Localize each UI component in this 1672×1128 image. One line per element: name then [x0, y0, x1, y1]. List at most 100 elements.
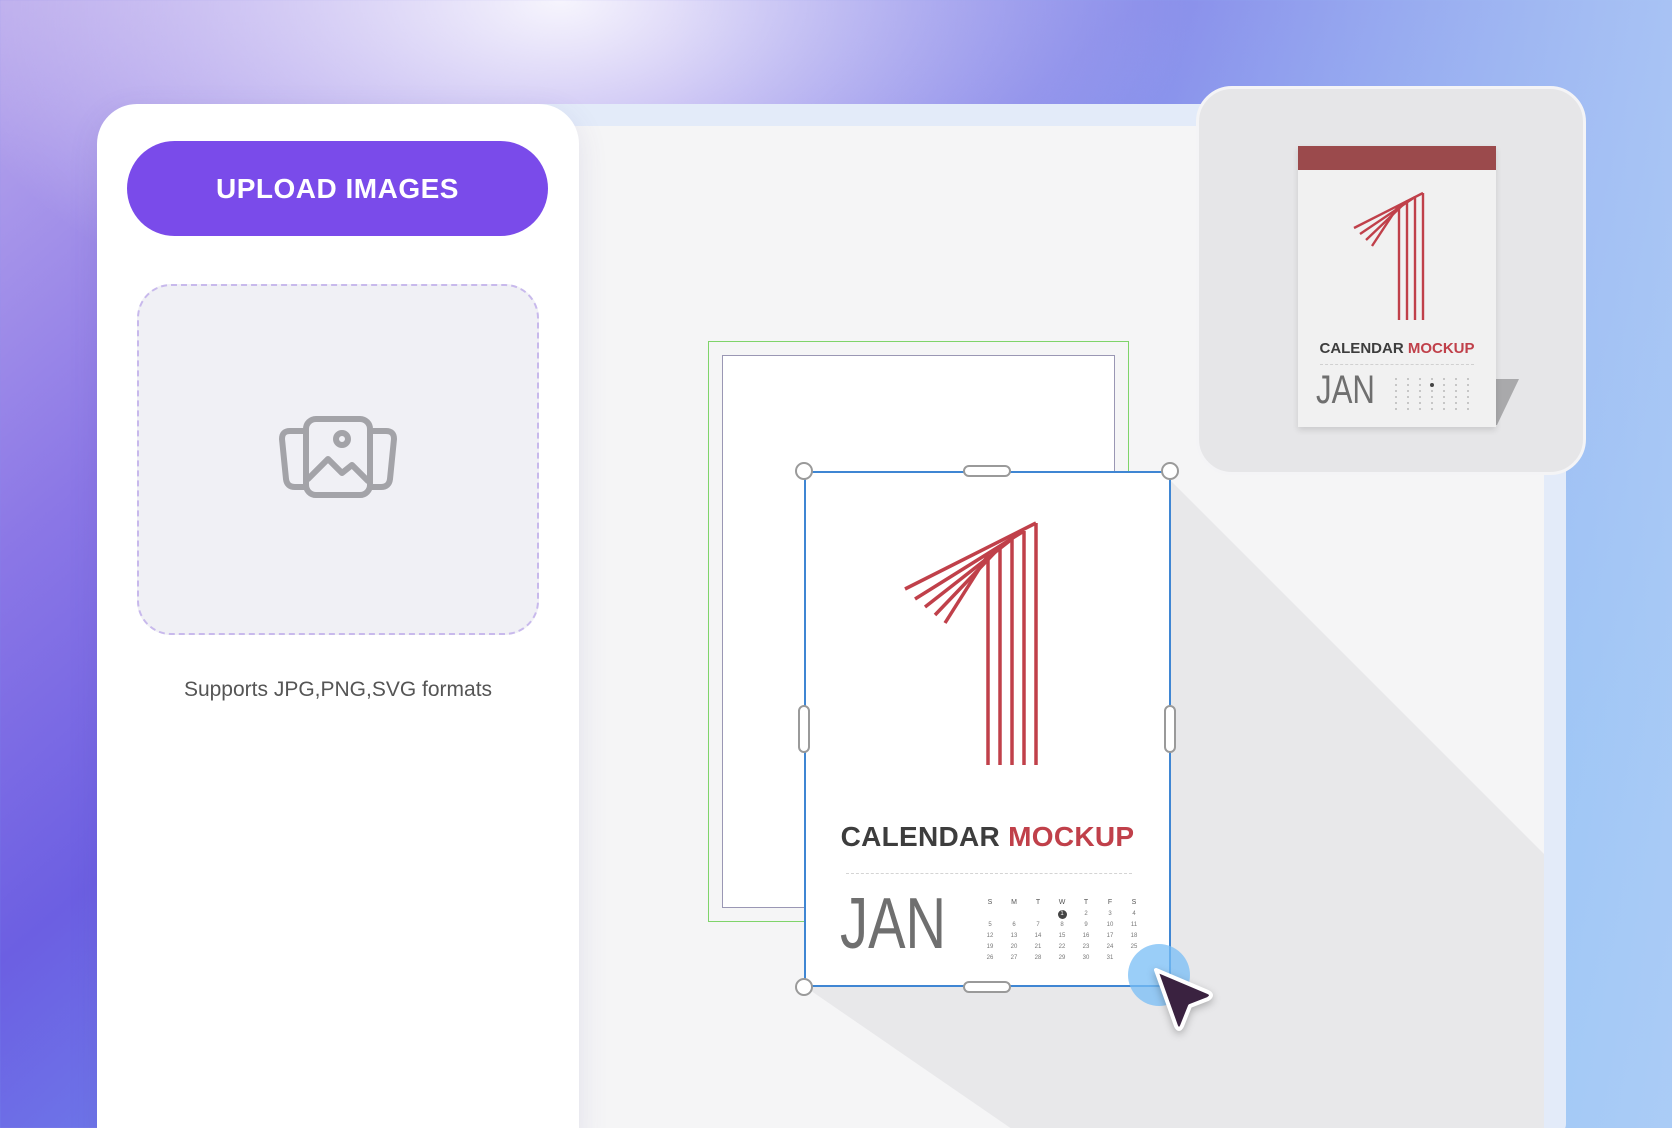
day-cell: 17 — [1106, 933, 1114, 939]
day-header: S — [1131, 899, 1137, 906]
preview-day-dot — [1455, 378, 1457, 380]
calendar-design-layer[interactable]: CALENDAR MOCKUP JAN S M T W T F S 1 2 3 4 5 6 7 8 9 10 11… — [804, 471, 1171, 987]
resize-handle-top[interactable] — [963, 465, 1011, 477]
day-header: S — [987, 899, 993, 906]
preview-day-dot — [1419, 390, 1421, 392]
preview-day-dot — [1395, 378, 1397, 380]
day-cell: 10 — [1106, 922, 1114, 928]
pointer-cursor — [1128, 940, 1228, 1040]
preview-day-dot — [1443, 384, 1445, 386]
day-cell — [1002, 910, 1026, 919]
day-cell: 14 — [1034, 933, 1042, 939]
preview-day-dot — [1455, 402, 1457, 404]
day-header: F — [1107, 899, 1113, 906]
day-cell: 3 — [1108, 911, 1112, 917]
preview-binding-strip — [1298, 146, 1496, 170]
preview-day-dot — [1407, 408, 1409, 410]
calendar-divider — [846, 873, 1132, 874]
preview-day-dot — [1431, 402, 1433, 404]
day-header: W — [1058, 899, 1066, 906]
preview-day-dot — [1431, 390, 1433, 392]
preview-day-dot — [1395, 408, 1397, 410]
day-cell: 11 — [1130, 922, 1138, 928]
day-cell: 12 — [986, 933, 994, 939]
preview-number-one — [1353, 191, 1425, 320]
preview-day-dot — [1419, 396, 1421, 398]
preview-day-dot — [1407, 396, 1409, 398]
calendar-number-one — [904, 521, 1038, 765]
preview-day-dot — [1419, 378, 1421, 380]
preview-title: CALENDAR MOCKUP — [1319, 340, 1475, 357]
day-cell: 31 — [1106, 955, 1114, 961]
preview-day-dot — [1443, 390, 1445, 392]
day-cell: 30 — [1082, 955, 1090, 961]
day-cell: 22 — [1058, 944, 1066, 950]
day-cell: 29 — [1058, 955, 1066, 961]
day-cell — [978, 910, 1002, 919]
preview-day-dot — [1467, 408, 1469, 410]
preview-day-dot — [1407, 390, 1409, 392]
day-cell: 6 — [1012, 922, 1016, 928]
gallery-image-icon — [276, 415, 400, 504]
preview-day-dot — [1443, 402, 1445, 404]
day-cell: 19 — [986, 944, 994, 950]
day-cell: 13 — [1010, 933, 1018, 939]
day-header: T — [1035, 899, 1041, 906]
preview-day-dot — [1431, 396, 1433, 398]
preview-day-dot — [1407, 378, 1409, 380]
day-cell: 23 — [1082, 944, 1090, 950]
preview-day-dot — [1467, 402, 1469, 404]
calendar-day-grid: S M T W T F S 1 2 3 4 5 6 7 8 9 10 11 12 13 14 15 16 17 18 19 20 21… — [978, 897, 1146, 963]
preview-day-dot — [1455, 396, 1457, 398]
preview-day-dot — [1455, 390, 1457, 392]
resize-handle-top-right[interactable] — [1161, 462, 1179, 480]
preview-divider — [1320, 364, 1474, 365]
preview-day-dot — [1395, 384, 1397, 386]
mockup-preview-thumbnail[interactable]: CALENDAR MOCKUP JAN — [1196, 86, 1586, 475]
day-cell: 1 — [1057, 910, 1067, 919]
preview-day-dot — [1419, 384, 1421, 386]
preview-day-grid — [1395, 378, 1469, 410]
preview-day-dot — [1407, 384, 1409, 386]
day-cell: 15 — [1058, 933, 1066, 939]
preview-day-dot — [1467, 390, 1469, 392]
preview-day-dot — [1431, 408, 1433, 410]
day-cell: 16 — [1082, 933, 1090, 939]
day-cell: 28 — [1034, 955, 1042, 961]
resize-handle-right[interactable] — [1164, 705, 1176, 753]
resize-handle-bottom-left[interactable] — [795, 978, 813, 996]
day-cell: 21 — [1034, 944, 1042, 950]
day-cell: 27 — [1010, 955, 1018, 961]
preview-day-dot — [1455, 384, 1457, 386]
preview-day-dot — [1419, 402, 1421, 404]
resize-handle-left[interactable] — [798, 705, 810, 753]
preview-day-dot — [1467, 384, 1469, 386]
day-cell: 20 — [1010, 944, 1018, 950]
day-cell: 24 — [1106, 944, 1114, 950]
preview-day-dot — [1467, 396, 1469, 398]
resize-handle-top-left[interactable] — [795, 462, 813, 480]
day-cell: 5 — [988, 922, 992, 928]
day-cell: 4 — [1132, 911, 1136, 917]
day-header: T — [1083, 899, 1089, 906]
calendar-title: CALENDAR MOCKUP — [840, 821, 1135, 852]
preview-day-dot — [1443, 378, 1445, 380]
supported-formats-text: Supports JPG,PNG,SVG formats — [183, 678, 493, 701]
day-cell: 9 — [1084, 922, 1088, 928]
day-cell: 8 — [1060, 922, 1064, 928]
preview-day-dot — [1431, 378, 1433, 380]
day-cell — [1026, 910, 1050, 919]
calendar-month: JAN — [840, 884, 947, 964]
image-dropzone[interactable] — [137, 284, 539, 635]
preview-day-dot — [1419, 408, 1421, 410]
upload-images-button[interactable]: UPLOAD IMAGES — [127, 141, 548, 236]
preview-day-dot — [1443, 408, 1445, 410]
preview-month: JAN — [1316, 368, 1375, 412]
preview-day-dot — [1395, 390, 1397, 392]
preview-day-dot — [1395, 402, 1397, 404]
preview-day-dot — [1407, 402, 1409, 404]
day-header: M — [1011, 899, 1017, 906]
preview-day-dot — [1430, 383, 1434, 387]
resize-handle-bottom[interactable] — [963, 981, 1011, 993]
preview-day-dot — [1395, 396, 1397, 398]
